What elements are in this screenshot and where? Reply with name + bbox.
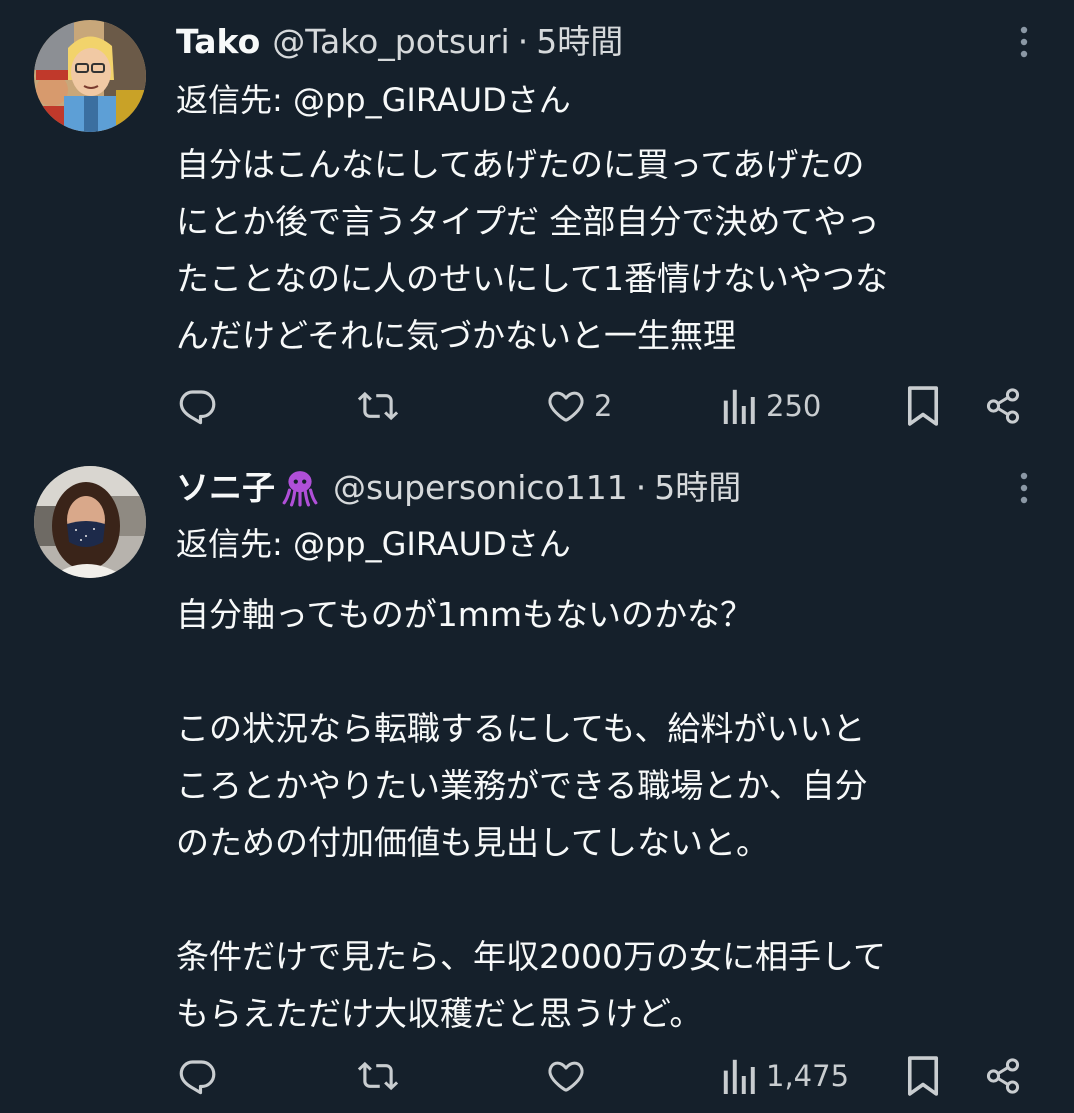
- share-button[interactable]: [984, 1052, 1022, 1100]
- views-chart-icon: [723, 1059, 755, 1094]
- reply-mention-link[interactable]: @pp_GIRAUD: [293, 81, 507, 119]
- reply-prefix: 返信先:: [176, 525, 293, 563]
- like-button[interactable]: [546, 1052, 594, 1100]
- separator-dot: ·: [635, 468, 647, 507]
- reply-button[interactable]: [176, 382, 226, 430]
- more-vertical-icon: [1020, 472, 1028, 504]
- tweet-text-line: んだけどそれに気づかないと一生無理: [176, 316, 737, 355]
- tweet-header: Tako @Tako_potsuri · 5時間: [176, 20, 623, 64]
- tweet-text-line: たことなのに人のせいにして1番情けないやつな: [176, 259, 889, 298]
- reply-context: 返信先: @pp_GIRAUDさん: [176, 78, 571, 122]
- reply-button[interactable]: [176, 1052, 226, 1100]
- tweet-text-line: 自分軸ってものが1mmもないのかな？: [176, 595, 753, 634]
- retweet-icon: [357, 1061, 399, 1091]
- separator-dot: ·: [517, 22, 529, 61]
- display-name[interactable]: Tako: [176, 20, 260, 64]
- reply-context: 返信先: @pp_GIRAUDさん: [176, 522, 571, 566]
- tweet-text-line: のための付加価値も見出してしないと。: [176, 823, 770, 862]
- bookmark-button[interactable]: [906, 382, 940, 430]
- retweet-icon: [357, 391, 399, 421]
- tweet-text-line: この状況なら転職するにしても、給料がいいと: [176, 709, 866, 748]
- reply-prefix: 返信先:: [176, 81, 293, 119]
- bookmark-icon: [907, 1056, 939, 1096]
- view-count: 1,475: [766, 1059, 850, 1093]
- tweet-text-line: にとか後で言うタイプだ 全部自分で決めてやっ: [176, 202, 880, 241]
- tweet-text: 自分軸ってものが1mmもないのかな？ この状況なら転職するにしても、給料がいいと…: [176, 586, 1056, 1042]
- views-button[interactable]: 250: [722, 382, 821, 430]
- user-handle[interactable]: @supersonico111: [333, 466, 628, 510]
- share-icon: [986, 1058, 1020, 1094]
- reply-icon: [179, 390, 216, 425]
- retweet-button[interactable]: [356, 1052, 408, 1100]
- octopus-emoji-icon: [282, 471, 318, 507]
- tweet-text-line: もらえただけ大収穫だと思うけど。: [176, 994, 703, 1033]
- photo-avatar-icon: [34, 466, 146, 578]
- tweet-text: 自分はこんなにしてあげたのに買ってあげたの にとか後で言うタイプだ 全部自分で決…: [176, 136, 1056, 364]
- reply-suffix: さん: [506, 81, 571, 119]
- bookmark-icon: [907, 386, 939, 426]
- share-button[interactable]: [984, 382, 1022, 430]
- tweet-text-line: [176, 643, 1056, 700]
- heart-icon: [548, 391, 584, 422]
- tweet-actions: 2 250: [176, 382, 1044, 430]
- tweet-actions: 1,475: [176, 1052, 1044, 1100]
- tweet-text-line: 自分はこんなにしてあげたのに買ってあげたの: [176, 145, 865, 184]
- user-handle[interactable]: @Tako_potsuri: [272, 20, 509, 64]
- view-count: 250: [766, 389, 822, 423]
- tweet-text-line: [176, 871, 1056, 928]
- tweet-text-line: 条件だけで見たら、年収2000万の女に相手して: [176, 937, 886, 976]
- tweet-1[interactable]: Tako @Tako_potsuri · 5時間 返信先: @pp_GIRAUD…: [0, 0, 1074, 450]
- avatar[interactable]: [34, 20, 146, 132]
- views-button[interactable]: 1,475: [722, 1052, 849, 1100]
- cartoon-avatar-icon: [34, 20, 146, 132]
- timestamp[interactable]: 5時間: [654, 466, 741, 510]
- bookmark-button[interactable]: [906, 1052, 940, 1100]
- reply-suffix: さん: [506, 525, 571, 563]
- like-count: 2: [594, 389, 613, 423]
- like-button[interactable]: 2: [546, 382, 612, 430]
- more-options-button[interactable]: [1004, 20, 1044, 64]
- tweet-text-line: ころとかやりたい業務ができる職場とか、自分: [176, 766, 868, 805]
- avatar[interactable]: [34, 466, 146, 578]
- reply-mention-link[interactable]: @pp_GIRAUD: [293, 525, 507, 563]
- reply-icon: [179, 1060, 216, 1095]
- views-chart-icon: [723, 389, 755, 424]
- retweet-button[interactable]: [356, 382, 408, 430]
- timestamp[interactable]: 5時間: [536, 20, 623, 64]
- heart-icon: [548, 1061, 584, 1092]
- tweet-header: ソニ子 @supersonico111 · 5時間: [176, 466, 741, 510]
- tweet-2[interactable]: ソニ子 @supersonico111 · 5時間 返信先: @pp_GIRAU…: [0, 450, 1074, 1113]
- share-icon: [986, 388, 1020, 424]
- display-name[interactable]: ソニ子: [176, 466, 275, 510]
- more-vertical-icon: [1020, 26, 1028, 58]
- more-options-button[interactable]: [1004, 466, 1044, 510]
